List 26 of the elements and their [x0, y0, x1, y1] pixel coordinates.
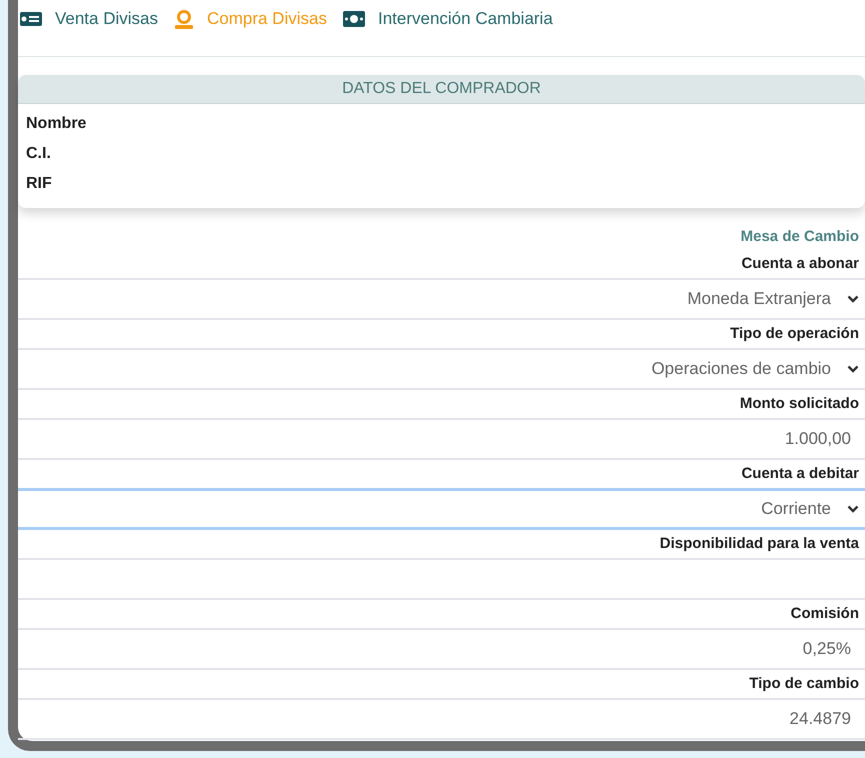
input-field[interactable]: 0,25% — [18, 628, 865, 670]
field-label: Comisión — [790, 604, 859, 624]
field-label: Disponibilidad para la venta — [660, 534, 859, 554]
input-field[interactable] — [18, 558, 865, 600]
input-field[interactable]: 1.000,00 — [18, 418, 865, 460]
chevron-down-icon — [847, 505, 859, 513]
select-field[interactable]: Moneda Extranjera — [18, 278, 865, 320]
select-field[interactable]: Operaciones de cambio — [18, 348, 865, 390]
field-label: Cuenta a abonar — [741, 254, 859, 274]
field-label: Cuenta a debitar — [741, 464, 859, 484]
nav-tab[interactable]: Intervención Cambiaria — [378, 6, 553, 32]
card-header: DATOS DEL COMPRADOR — [18, 75, 865, 104]
chevron-down-icon — [847, 365, 859, 373]
field-label: C.I. — [26, 144, 52, 164]
coin-hand-icon — [174, 8, 194, 28]
nav-tab[interactable]: Venta Divisas — [55, 6, 158, 32]
field-label: Tipo de operación — [730, 324, 859, 344]
section-title: Mesa de Cambio — [740, 226, 859, 247]
select-field[interactable]: Corriente — [18, 488, 865, 530]
field-label: RIF — [26, 174, 53, 194]
chevron-down-icon — [847, 295, 859, 303]
input-field[interactable]: 24.4879 — [18, 698, 865, 740]
field-label: Tipo de cambio — [749, 674, 859, 694]
cash-icon — [342, 10, 365, 26]
field-label: Monto solicitado — [740, 394, 859, 414]
field-label: Nombre — [26, 114, 88, 134]
